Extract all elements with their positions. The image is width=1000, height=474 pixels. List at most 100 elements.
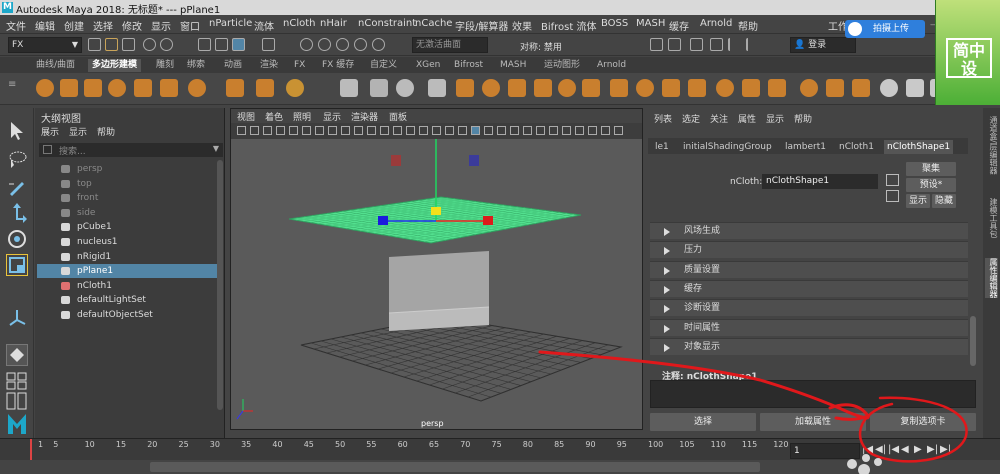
range-slider[interactable]	[150, 462, 760, 472]
viewport-tool-icon-5[interactable]	[302, 126, 311, 135]
shelf-tab-7[interactable]: FX 缓存	[318, 59, 358, 72]
shelf-tool-icon-7[interactable]	[226, 79, 244, 97]
load-attributes-button[interactable]: 加载属性	[760, 413, 866, 431]
viewport-tool-icon-7[interactable]	[328, 126, 337, 135]
viewport-tool-icon-15[interactable]	[432, 126, 441, 135]
outliner-menu-show[interactable]: 显示	[69, 125, 87, 138]
viewport-tool-icon-18[interactable]	[471, 126, 480, 135]
select-object-icon[interactable]	[215, 38, 228, 51]
current-time-marker[interactable]	[30, 439, 32, 460]
notes-field[interactable]	[650, 380, 976, 408]
outliner-item-pCube1[interactable]: pCube1	[37, 220, 217, 234]
viewport-tool-icon-4[interactable]	[289, 126, 298, 135]
perspective-viewport[interactable]: 视图 着色 照明 显示 渲染器 面板 persp	[230, 108, 643, 430]
attribute-section-5[interactable]: 时间属性	[650, 318, 968, 336]
shelf-tool-icon-29[interactable]	[852, 79, 870, 97]
current-frame-field[interactable]: 1	[790, 443, 860, 459]
shelf-tool-icon-30[interactable]	[880, 79, 898, 97]
attribute-section-2[interactable]: 质量设置	[650, 260, 968, 278]
scale-tool-icon[interactable]	[6, 254, 28, 276]
viewport-menu-0[interactable]: 视图	[237, 110, 255, 123]
menu-item-3[interactable]: 选择	[93, 18, 113, 33]
outliner-item-nucleus1[interactable]: nucleus1	[37, 235, 217, 249]
shelf-tool-icon-0[interactable]	[36, 79, 54, 97]
shelf-tool-icon-8[interactable]	[256, 79, 274, 97]
viewport-tool-icon-0[interactable]	[237, 126, 246, 135]
prev-key-icon[interactable]: |◀	[888, 444, 899, 455]
menu-item-1[interactable]: 编辑	[35, 18, 55, 33]
viewport-tool-icon-24[interactable]	[549, 126, 558, 135]
snap-curve-icon[interactable]	[300, 38, 313, 51]
undo-icon[interactable]	[143, 38, 156, 51]
attribute-tab-2[interactable]: lambert1	[782, 140, 829, 154]
viewport-tool-icon-25[interactable]	[562, 126, 571, 135]
shelf-tab-10[interactable]: Bifrost	[450, 59, 487, 72]
menu-item-6[interactable]: 窗口	[180, 18, 200, 33]
viewport-tool-icon-17[interactable]	[458, 126, 467, 135]
outliner-item-persp[interactable]: persp	[37, 162, 217, 176]
play-back-icon[interactable]: ◀	[901, 444, 909, 455]
attribute-tab-1[interactable]: initialShadingGroup	[680, 140, 775, 154]
side-tab-channel-box[interactable]: 通道盒/层编辑器	[985, 116, 998, 175]
next-key-icon[interactable]: ▶|	[927, 444, 938, 455]
shelf-tab-8[interactable]: 自定义	[366, 59, 401, 72]
rotate-tool-icon[interactable]	[6, 228, 28, 250]
live-surface-field[interactable]: 无激活曲面	[412, 37, 488, 53]
viewport-tool-icon-20[interactable]	[497, 126, 506, 135]
viewport-tool-icon-14[interactable]	[419, 126, 428, 135]
shelf-tab-3[interactable]: 绑索	[183, 59, 209, 72]
side-tab-attribute-editor[interactable]: 属性编辑器	[985, 258, 998, 298]
viewport-menu-5[interactable]: 面板	[389, 110, 407, 123]
outliner-item-front[interactable]: front	[37, 191, 217, 205]
shelf-tool-icon-12[interactable]	[396, 79, 414, 97]
menu-item-18[interactable]: 缓存	[669, 18, 689, 33]
hypershade-icon[interactable]	[710, 38, 723, 51]
shelf-tab-12[interactable]: 运动图形	[540, 59, 584, 72]
shelf-tool-icon-26[interactable]	[768, 79, 786, 97]
shelf-tool-icon-20[interactable]	[610, 79, 628, 97]
shelf-tool-icon-16[interactable]	[508, 79, 526, 97]
shelf-tool-icon-31[interactable]	[906, 79, 924, 97]
shelf-tool-icon-13[interactable]	[428, 79, 446, 97]
shelf-tool-icon-1[interactable]	[60, 79, 78, 97]
viewport-tool-icon-26[interactable]	[575, 126, 584, 135]
shelf-tool-icon-10[interactable]	[340, 79, 358, 97]
shelf-tool-icon-2[interactable]	[84, 79, 102, 97]
symmetry-dropdown[interactable]: 对称: 禁用	[520, 40, 562, 53]
shelf-tool-icon-6[interactable]	[188, 79, 206, 97]
viewport-tool-icon-29[interactable]	[614, 126, 623, 135]
lasso-tool-icon[interactable]	[6, 148, 28, 170]
viewport-scene[interactable]	[231, 139, 642, 429]
shelf-tool-icon-18[interactable]	[558, 79, 576, 97]
shelf-tool-icon-22[interactable]	[662, 79, 680, 97]
step-back-icon[interactable]: ◀|	[875, 444, 886, 455]
node-name-field[interactable]: nClothShape1	[762, 174, 878, 189]
shelf-tab-6[interactable]: FX	[290, 59, 309, 72]
menu-item-12[interactable]: nCache	[415, 18, 452, 29]
shelf-tab-2[interactable]: 雕刻	[152, 59, 178, 72]
shelf-menu-icon[interactable]: ≡	[8, 79, 16, 90]
shelf-tool-icon-15[interactable]	[482, 79, 500, 97]
viewport-tool-icon-28[interactable]	[601, 126, 610, 135]
menu-item-2[interactable]: 创建	[64, 18, 84, 33]
single-perspective-icon[interactable]	[6, 344, 28, 366]
outliner-item-defaultLightSet[interactable]: defaultLightSet	[37, 293, 217, 307]
menu-item-19[interactable]: Arnold	[700, 18, 732, 29]
viewport-tool-icon-10[interactable]	[367, 126, 376, 135]
open-scene-icon[interactable]	[105, 38, 118, 51]
shelf-tab-5[interactable]: 渲染	[256, 59, 282, 72]
attribute-menu-4[interactable]: 显示	[766, 112, 784, 125]
viewport-tool-icon-22[interactable]	[523, 126, 532, 135]
attribute-section-0[interactable]: 风场生成	[650, 222, 968, 239]
outliner-menu-display[interactable]: 展示	[41, 125, 59, 138]
menu-item-0[interactable]: 文件	[6, 18, 26, 33]
snap-magnet-icon[interactable]	[372, 38, 385, 51]
attribute-menu-2[interactable]: 关注	[710, 112, 728, 125]
shelf-tool-icon-3[interactable]	[108, 79, 126, 97]
select-tool-icon[interactable]	[6, 120, 28, 142]
viewport-tool-icon-23[interactable]	[536, 126, 545, 135]
redo-icon[interactable]	[160, 38, 173, 51]
snap-grid-icon[interactable]	[262, 38, 275, 51]
outliner-item-nCloth1[interactable]: nCloth1	[37, 279, 217, 293]
attribute-section-6[interactable]: 对象显示	[650, 337, 968, 355]
